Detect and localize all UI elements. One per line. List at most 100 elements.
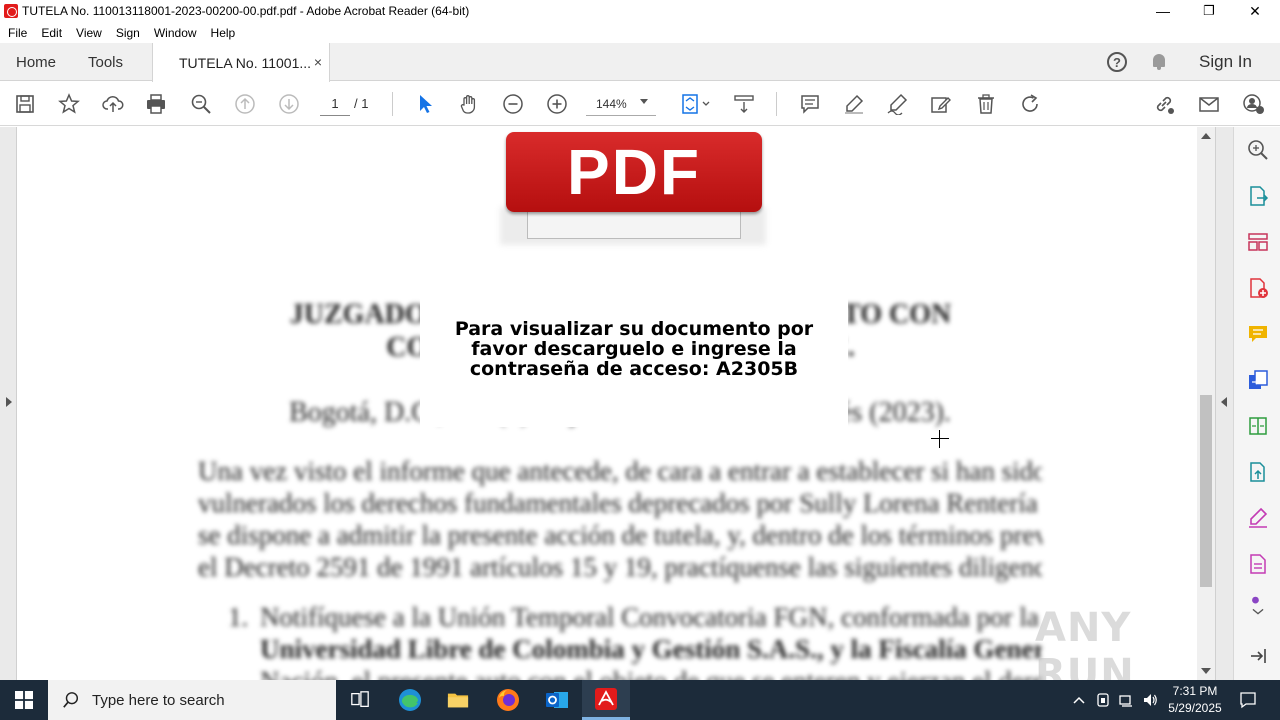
edge-browser-icon[interactable]	[386, 680, 434, 720]
next-page-icon[interactable]	[277, 92, 301, 116]
outlook-icon[interactable]	[533, 680, 581, 720]
acrobat-app-icon	[4, 4, 18, 18]
export-pdf-tool-icon[interactable]	[1247, 185, 1269, 207]
security-shield-icon[interactable]	[1095, 692, 1111, 708]
user-share-icon[interactable]	[1241, 92, 1265, 116]
menu-help[interactable]: Help	[211, 26, 236, 40]
tab-tools[interactable]: Tools	[88, 43, 123, 81]
draw-sign-icon[interactable]	[885, 92, 909, 116]
rotate-icon[interactable]	[1018, 92, 1042, 116]
chevron-down-icon	[640, 99, 648, 104]
menu-file[interactable]: File	[8, 26, 27, 40]
combine-files-tool-icon[interactable]	[1247, 369, 1269, 391]
comment-tool-icon[interactable]	[1247, 323, 1269, 345]
vertical-scrollbar[interactable]	[1197, 127, 1215, 680]
tab-document[interactable]: TUTELA No. 11001... ×	[152, 43, 330, 82]
help-icon[interactable]: ?	[1107, 52, 1127, 72]
organize-pages-tool-icon[interactable]	[1247, 231, 1269, 253]
zoom-search-icon[interactable]	[189, 92, 213, 116]
zoom-level-value: 144%	[596, 96, 627, 111]
save-icon[interactable]	[13, 92, 37, 116]
doc-paragraph-line: vulnerados los derechos fundamentales de…	[198, 488, 1042, 518]
bookmark-star-icon[interactable]	[57, 92, 81, 116]
scroll-up-arrow[interactable]	[1201, 133, 1211, 139]
close-tab-icon[interactable]: ×	[314, 54, 322, 70]
doc-paragraph-line: se dispone a admitir la presente acción …	[198, 520, 1042, 550]
scan-ocr-tool-icon[interactable]	[1247, 461, 1269, 483]
menu-sign[interactable]: Sign	[116, 26, 140, 40]
collapse-pane-icon[interactable]	[1247, 645, 1269, 667]
file-explorer-icon[interactable]	[434, 680, 482, 720]
task-view-icon[interactable]	[336, 680, 384, 720]
close-window-button[interactable]: ✕	[1232, 0, 1278, 22]
volume-icon[interactable]	[1142, 692, 1158, 708]
windows-start-icon[interactable]	[0, 680, 48, 720]
left-panel-toggle[interactable]	[0, 127, 17, 680]
compress-pdf-tool-icon[interactable]	[1247, 415, 1269, 437]
zoom-out-icon[interactable]	[501, 92, 525, 116]
toolbar-divider	[392, 92, 393, 116]
title-bar: TUTELA No. 110013118001-2023-00200-00.pd…	[0, 0, 1280, 22]
firefox-icon[interactable]	[484, 680, 532, 720]
menu-edit[interactable]: Edit	[41, 26, 62, 40]
pdf-logo: PDF	[506, 132, 762, 212]
doc-list-line: Nación, el presente auto con el objeto d…	[260, 665, 1042, 680]
edit-pdf-icon[interactable]	[929, 92, 953, 116]
message-line: contraseña de acceso: A2305B	[469, 358, 799, 380]
message-line: favor descarguelo e ingrese la	[471, 338, 797, 360]
search-placeholder: Type here to search	[92, 691, 225, 709]
message-line: Para visualizar su documento por	[454, 318, 814, 340]
print-icon[interactable]	[144, 92, 168, 116]
upload-cloud-icon[interactable]	[101, 92, 125, 116]
clock-date: 5/29/2025	[1168, 701, 1222, 715]
network-icon[interactable]	[1118, 692, 1134, 708]
page-number-input[interactable]: 1	[320, 92, 350, 116]
fit-page-icon[interactable]	[680, 92, 714, 116]
create-pdf-tool-icon[interactable]	[1247, 277, 1269, 299]
edit-pdf-tool-icon[interactable]	[1247, 553, 1269, 575]
system-clock[interactable]: 7:31 PM 5/29/2025	[1160, 683, 1230, 717]
select-cursor-icon[interactable]	[413, 92, 437, 116]
comment-icon[interactable]	[798, 92, 822, 116]
window-title: TUTELA No. 110013118001-2023-00200-00.pd…	[22, 4, 470, 18]
delete-trash-icon[interactable]	[974, 92, 998, 116]
tab-bar: Home Tools TUTELA No. 11001... × ? Sign …	[0, 43, 1280, 82]
zoom-in-icon[interactable]	[545, 92, 569, 116]
toolbar-divider	[776, 92, 777, 116]
taskbar-search-input[interactable]: Type here to search	[48, 680, 336, 720]
notification-center-icon[interactable]	[1239, 691, 1257, 709]
document-viewport[interactable]: PDF JUZGADO PRIMERO PENAL DEL CIRCUITO C…	[0, 127, 1233, 680]
menu-window[interactable]: Window	[154, 26, 197, 40]
doc-list-line: Notifíquese a la Unión Temporal Convocat…	[260, 602, 1039, 632]
tab-home[interactable]: Home	[16, 43, 56, 81]
tools-pane	[1233, 127, 1280, 680]
search-icon	[63, 692, 79, 708]
highlight-pen-icon[interactable]	[842, 92, 866, 116]
zoom-level-select[interactable]: 144%	[586, 92, 656, 116]
maximize-button[interactable]: ❐	[1186, 0, 1232, 22]
sign-in-button[interactable]: Sign In	[1199, 52, 1252, 72]
scroll-mode-icon[interactable]	[732, 92, 756, 116]
more-tools-chevron-icon[interactable]	[1247, 595, 1269, 621]
scroll-down-arrow[interactable]	[1201, 668, 1211, 674]
previous-page-icon[interactable]	[233, 92, 257, 116]
hand-tool-icon[interactable]	[457, 92, 481, 116]
tab-document-label: TUTELA No. 11001...	[179, 54, 312, 71]
collapse-right-icon	[1221, 397, 1227, 407]
notifications-bell-icon[interactable]	[1151, 53, 1167, 71]
fill-sign-tool-icon[interactable]	[1247, 507, 1269, 529]
share-link-icon[interactable]	[1152, 92, 1176, 116]
show-hidden-icons-chevron-icon[interactable]	[1071, 692, 1087, 708]
scroll-thumb[interactable]	[1200, 395, 1212, 587]
menu-bar: File Edit View Sign Window Help	[0, 22, 1280, 43]
menu-view[interactable]: View	[76, 26, 102, 40]
page-total: / 1	[354, 96, 369, 111]
email-icon[interactable]	[1197, 92, 1221, 116]
acrobat-taskbar-icon[interactable]	[582, 680, 630, 720]
search-zoom-tool-icon[interactable]	[1247, 139, 1269, 161]
doc-list-line: Universidad Libre de Colombia y Gestión …	[260, 634, 1042, 664]
minimize-button[interactable]: —	[1140, 0, 1186, 22]
right-panel-toggle[interactable]	[1215, 127, 1233, 680]
windows-taskbar: Type here to search 7:31 PM 5/29/2025	[0, 680, 1280, 720]
toolbar: 1 / 1 144%	[0, 82, 1280, 126]
